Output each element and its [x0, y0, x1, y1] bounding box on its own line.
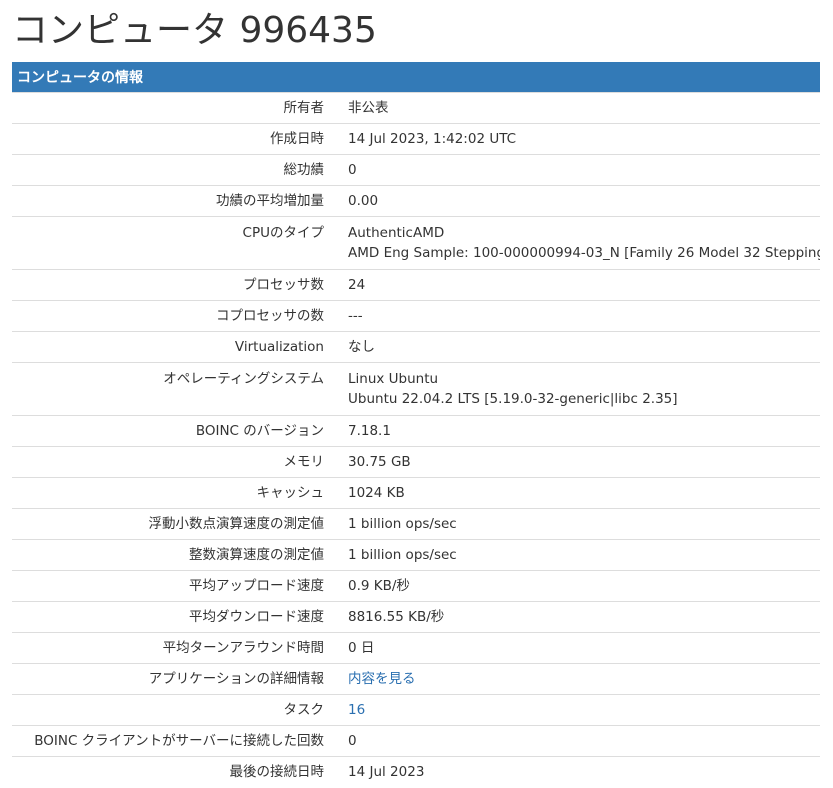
tasks-label: タスク — [12, 693, 332, 725]
turnaround-label: 平均ターンアラウンド時間 — [12, 631, 332, 663]
cpu-type-label: CPUのタイプ — [12, 215, 332, 269]
fp-speed-value: 1 billion ops/sec — [332, 507, 820, 539]
virtualization-label: Virtualization — [12, 330, 332, 362]
cache-label: キャッシュ — [12, 476, 332, 508]
upload-rate-label: 平均アップロード速度 — [12, 569, 332, 601]
table-row-processors: プロセッサ数 24 — [12, 268, 820, 300]
table-row-cpu-type: CPUのタイプ AuthenticAMD AMD Eng Sample: 100… — [12, 215, 820, 269]
memory-label: メモリ — [12, 445, 332, 477]
total-credit-label: 総功績 — [12, 153, 332, 185]
computer-info-table: コンピュータの情報 所有者 非公表 作成日時 14 Jul 2023, 1:42… — [12, 62, 820, 787]
cpu-model: AMD Eng Sample: 100-000000994-03_N [Fami… — [348, 244, 820, 261]
table-row-upload-rate: 平均アップロード速度 0.9 KB/秒 — [12, 569, 820, 601]
table-row-download-rate: 平均ダウンロード速度 8816.55 KB/秒 — [12, 600, 820, 632]
table-row-created: 作成日時 14 Jul 2023, 1:42:02 UTC — [12, 122, 820, 154]
table-row-total-credit: 総功績 0 — [12, 153, 820, 185]
table-row-boinc-version: BOINC のバージョン 7.18.1 — [12, 414, 820, 446]
table-row-fp-speed: 浮動小数点演算速度の測定値 1 billion ops/sec — [12, 507, 820, 539]
computer-details-page: コンピュータ 996435 コンピュータの情報 所有者 非公表 作成日時 14 … — [0, 0, 833, 788]
boinc-version-label: BOINC のバージョン — [12, 414, 332, 446]
upload-rate-value: 0.9 KB/秒 — [332, 569, 820, 601]
table-row-last-contact: 最後の接続日時 14 Jul 2023 — [12, 755, 820, 787]
download-rate-value: 8816.55 KB/秒 — [332, 600, 820, 632]
table-row-contacts: BOINC クライアントがサーバーに接続した回数 0 — [12, 724, 820, 756]
os-name: Linux Ubuntu — [348, 370, 439, 387]
table-row-avg-credit: 功績の平均増加量 0.00 — [12, 184, 820, 216]
section-header: コンピュータの情報 — [12, 62, 820, 92]
cpu-type-value: AuthenticAMD AMD Eng Sample: 100-0000009… — [332, 215, 820, 269]
table-row-owner: 所有者 非公表 — [12, 91, 820, 123]
created-value: 14 Jul 2023, 1:42:02 UTC — [332, 122, 820, 154]
table-row-virtualization: Virtualization なし — [12, 330, 820, 362]
last-contact-value: 14 Jul 2023 — [332, 755, 820, 787]
owner-label: 所有者 — [12, 91, 332, 123]
os-label: オペレーティングシステム — [12, 361, 332, 415]
table-row-int-speed: 整数演算速度の測定値 1 billion ops/sec — [12, 538, 820, 570]
turnaround-value: 0 日 — [332, 631, 820, 663]
contacts-value: 0 — [332, 724, 820, 756]
os-value: Linux Ubuntu Ubuntu 22.04.2 LTS [5.19.0-… — [332, 361, 820, 415]
cpu-vendor: AuthenticAMD — [348, 224, 445, 241]
table-row-app-details: アプリケーションの詳細情報 内容を見る — [12, 662, 820, 694]
table-row-os: オペレーティングシステム Linux Ubuntu Ubuntu 22.04.2… — [12, 361, 820, 415]
table-row-turnaround: 平均ターンアラウンド時間 0 日 — [12, 631, 820, 663]
page-title: コンピュータ 996435 — [12, 10, 377, 51]
table-header-row: コンピュータの情報 — [12, 62, 820, 92]
coprocessors-value: --- — [332, 299, 820, 331]
processors-value: 24 — [332, 268, 820, 300]
boinc-version-value: 7.18.1 — [332, 414, 820, 446]
app-details-label: アプリケーションの詳細情報 — [12, 662, 332, 694]
contacts-label: BOINC クライアントがサーバーに接続した回数 — [12, 724, 332, 756]
table-row-coprocessors: コプロセッサの数 --- — [12, 299, 820, 331]
table-row-cache: キャッシュ 1024 KB — [12, 476, 820, 508]
int-speed-value: 1 billion ops/sec — [332, 538, 820, 570]
last-contact-label: 最後の接続日時 — [12, 755, 332, 787]
virtualization-value: なし — [332, 330, 820, 362]
tasks-count-link[interactable]: 16 — [348, 702, 365, 718]
tasks-value: 16 — [332, 693, 820, 725]
coprocessors-label: コプロセッサの数 — [12, 299, 332, 331]
download-rate-label: 平均ダウンロード速度 — [12, 600, 332, 632]
fp-speed-label: 浮動小数点演算速度の測定値 — [12, 507, 332, 539]
view-app-details-link[interactable]: 内容を見る — [348, 671, 416, 687]
avg-credit-label: 功績の平均増加量 — [12, 184, 332, 216]
created-label: 作成日時 — [12, 122, 332, 154]
table-row-tasks: タスク 16 — [12, 693, 820, 725]
processors-label: プロセッサ数 — [12, 268, 332, 300]
memory-value: 30.75 GB — [332, 445, 820, 477]
avg-credit-value: 0.00 — [332, 184, 820, 216]
app-details-value: 内容を見る — [332, 662, 820, 694]
total-credit-value: 0 — [332, 153, 820, 185]
os-version: Ubuntu 22.04.2 LTS [5.19.0-32-generic|li… — [348, 390, 678, 407]
cache-value: 1024 KB — [332, 476, 820, 508]
owner-value: 非公表 — [332, 91, 820, 123]
table-row-memory: メモリ 30.75 GB — [12, 445, 820, 477]
int-speed-label: 整数演算速度の測定値 — [12, 538, 332, 570]
